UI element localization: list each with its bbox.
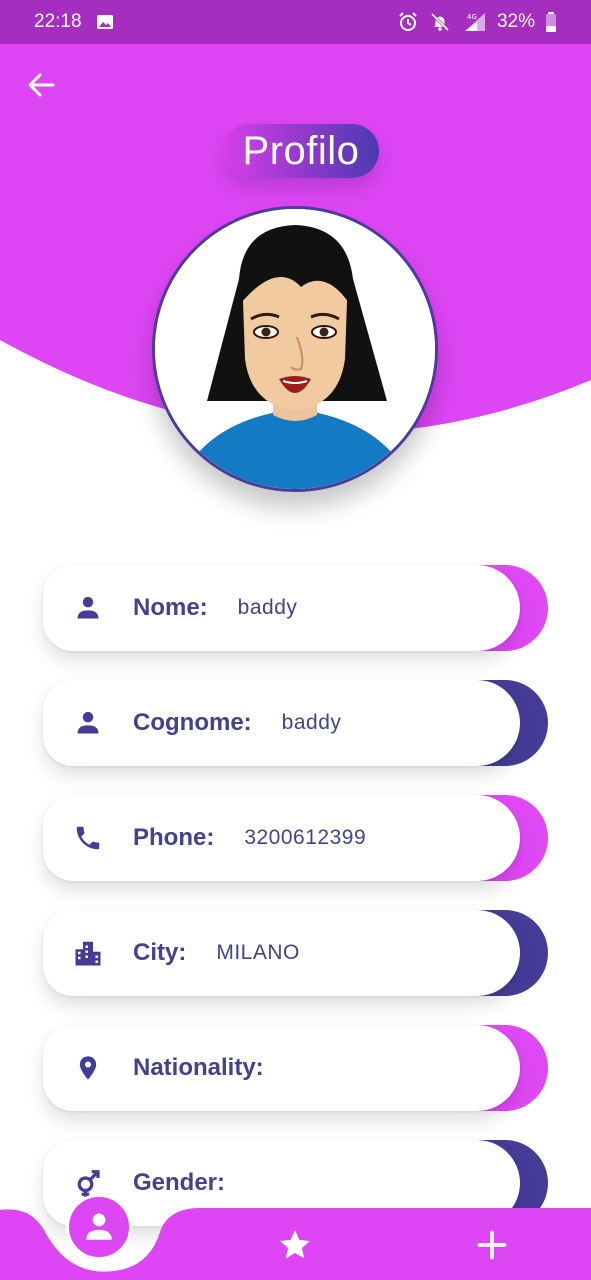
location-pin-icon <box>79 1056 97 1080</box>
field-city[interactable]: City: MILANO <box>43 910 548 996</box>
phone-icon <box>76 826 100 850</box>
field-label: Cognome: <box>133 709 252 736</box>
battery-percent: 32% <box>496 11 535 32</box>
person-icon <box>77 596 99 619</box>
field-value: baddy <box>281 711 342 734</box>
star-icon <box>280 1230 310 1259</box>
person-icon <box>77 711 99 734</box>
avatar-illustration <box>155 209 435 489</box>
city-icon <box>75 941 101 966</box>
arrow-left-icon <box>28 73 55 97</box>
field-cognome[interactable]: Cognome: baddy <box>43 680 548 766</box>
field-value: 3200612399 <box>244 826 367 849</box>
person-icon <box>86 1213 112 1240</box>
nav-profile-button[interactable] <box>66 1194 132 1260</box>
page-title-text: Profilo <box>242 128 360 173</box>
alarm-icon <box>397 11 419 33</box>
field-nationality[interactable]: Nationality: <box>43 1025 548 1111</box>
field-nome[interactable]: Nome: baddy <box>43 565 548 651</box>
field-label: Nationality: <box>133 1054 264 1081</box>
field-value: baddy <box>237 596 298 619</box>
field-label: Nome: <box>133 594 208 621</box>
signal-icon: 4G <box>461 11 487 33</box>
field-label: City: <box>133 939 187 966</box>
field-phone[interactable]: Phone: 3200612399 <box>43 795 548 881</box>
page-title: Profilo <box>223 124 379 178</box>
network-type: 4G <box>467 13 477 21</box>
image-icon <box>96 13 114 31</box>
status-bar: 22:18 4G 32% <box>0 0 591 44</box>
field-value: MILANO <box>216 941 300 964</box>
battery-icon <box>545 11 557 33</box>
nav-favorites-button[interactable] <box>275 1226 315 1264</box>
back-button[interactable] <box>22 66 60 104</box>
status-time: 22:18 <box>34 11 82 32</box>
avatar[interactable] <box>152 206 438 492</box>
bell-off-icon <box>429 11 451 33</box>
nav-add-button[interactable] <box>474 1226 510 1264</box>
field-label: Phone: <box>133 824 215 851</box>
plus-icon <box>477 1230 507 1260</box>
